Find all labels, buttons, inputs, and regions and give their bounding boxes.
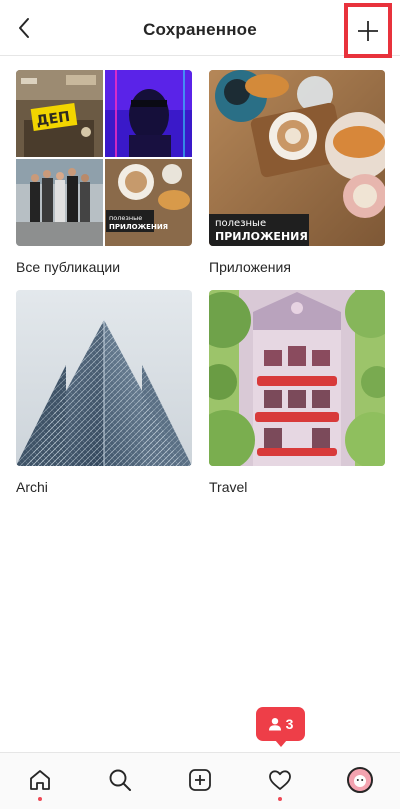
bottom-nav bbox=[0, 752, 400, 809]
collection-cover-facade bbox=[209, 290, 385, 466]
plus-icon bbox=[358, 20, 378, 41]
collection-label: Приложения bbox=[209, 259, 291, 275]
page-title: Сохраненное bbox=[143, 20, 257, 39]
collection-cover-mosaic: ДЕП полезные ПРИЛОЖЕНИЯ bbox=[16, 70, 192, 246]
collection-label: Archi bbox=[16, 479, 48, 495]
nav-home[interactable] bbox=[25, 765, 55, 795]
search-icon bbox=[109, 769, 131, 791]
collection-label: Все публикации bbox=[16, 259, 121, 275]
overlay-small-text: полезные bbox=[215, 218, 266, 229]
nav-activity[interactable] bbox=[265, 765, 295, 795]
notification-count: 3 bbox=[285, 716, 294, 732]
overlay-small-text: полезные bbox=[109, 214, 142, 222]
nav-profile[interactable] bbox=[345, 765, 375, 795]
collection-label: Travel bbox=[209, 479, 248, 495]
collection-cover-building bbox=[16, 290, 192, 466]
add-post-icon bbox=[189, 769, 211, 791]
collection-travel[interactable]: Travel bbox=[209, 290, 385, 495]
new-collection-button[interactable] bbox=[344, 3, 392, 58]
home-icon bbox=[30, 770, 50, 790]
header-bar: Сохраненное bbox=[0, 0, 400, 58]
overlay-big-text: ПРИЛОЖЕНИЯ bbox=[109, 223, 168, 231]
profile-avatar bbox=[347, 767, 373, 793]
collection-archi[interactable]: Archi bbox=[16, 290, 192, 495]
nav-new-post[interactable] bbox=[185, 765, 215, 795]
collection-all-posts[interactable]: ДЕП полезные ПРИЛОЖЕНИЯ Все публикации bbox=[16, 70, 192, 275]
collection-apps[interactable]: полезные ПРИЛОЖЕНИЯ Приложения bbox=[209, 70, 385, 275]
collection-cover-coffee: полезные ПРИЛОЖЕНИЯ bbox=[209, 70, 385, 246]
heart-icon bbox=[269, 770, 291, 790]
person-icon bbox=[268, 718, 281, 731]
activity-dot bbox=[278, 797, 282, 801]
home-activity-dot bbox=[38, 797, 42, 801]
nav-search[interactable] bbox=[105, 765, 135, 795]
overlay-big-text: ПРИЛОЖЕНИЯ bbox=[215, 230, 308, 243]
follow-requests-notification[interactable]: 3 bbox=[256, 707, 305, 747]
